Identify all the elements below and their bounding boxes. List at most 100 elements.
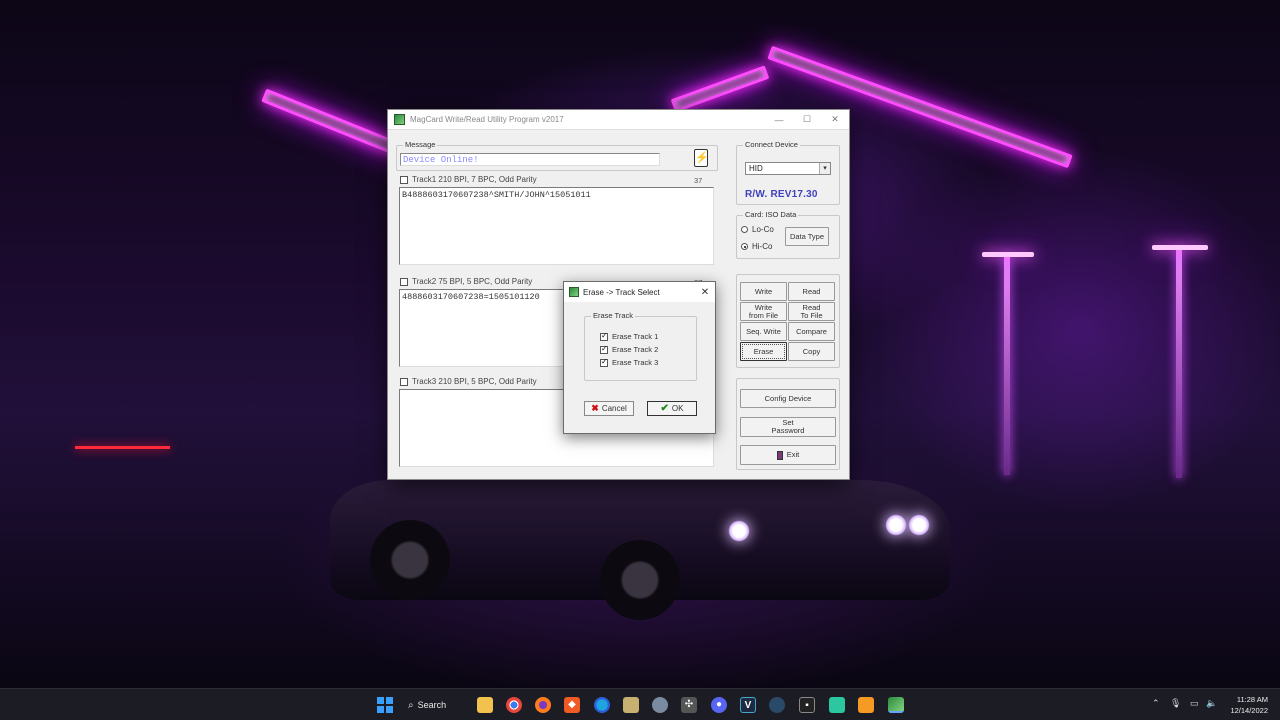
edge-icon[interactable]	[594, 697, 610, 713]
message-field: Device Online!	[400, 153, 660, 166]
windows-start-icon[interactable]	[377, 697, 393, 713]
track2-checkbox[interactable]	[400, 277, 408, 286]
cancel-x-icon: ✖	[591, 403, 599, 413]
lo-co-radio[interactable]	[741, 226, 748, 233]
lo-co-radio-row[interactable]: Lo-Co	[741, 225, 774, 234]
config-device-button[interactable]: Config Device	[740, 389, 836, 408]
device-select-value: HID	[749, 164, 763, 173]
connect-device-label: Connect Device	[743, 140, 800, 149]
clock-time: 11:28 AM	[1236, 695, 1268, 704]
chevron-down-icon[interactable]: ▾	[819, 163, 830, 174]
erase-track2-option[interactable]: Erase Track 2	[600, 344, 658, 354]
search-label: Search	[417, 700, 447, 710]
brave-icon[interactable]: ◆	[564, 697, 580, 713]
window-titlebar[interactable]: MagCard Write/Read Utility Program v2017…	[388, 110, 849, 130]
firmware-version: R/W. REV17.30	[745, 189, 818, 200]
seq-write-button[interactable]: Seq. Write	[740, 322, 787, 341]
seq-write-label: Seq. Write	[746, 326, 781, 336]
compare-button[interactable]: Compare	[788, 322, 835, 341]
track2-header: Track2 75 BPI, 5 BPC, Odd Parity	[400, 277, 532, 286]
volume-icon[interactable]: 🔈	[1206, 698, 1217, 709]
window-title: MagCard Write/Read Utility Program v2017	[410, 115, 564, 124]
dialog-app-icon	[569, 287, 579, 297]
track1-label: Track1 210 BPI, 7 BPC, Odd Parity	[412, 175, 537, 184]
track3-checkbox[interactable]	[400, 377, 408, 386]
taskbar: ⌕ Search ◆ ✣ ● V ▪ ⌃ 🎙 ▭ 🔈 11:28 AM 12/1…	[0, 688, 1280, 720]
maximize-button[interactable]: ☐	[793, 114, 821, 125]
dialog-ok-button[interactable]: ✔ OK	[647, 401, 697, 416]
write-button[interactable]: Write	[740, 282, 787, 301]
chevron-up-icon[interactable]: ⌃	[1152, 698, 1160, 709]
track1-data[interactable]: B4888603170607238^SMITH/JOHN^15051011	[399, 187, 714, 265]
car-headlight-2	[885, 514, 907, 536]
discord-icon[interactable]: ●	[711, 697, 727, 713]
copy-label: Copy	[802, 346, 821, 356]
read-to-file-button[interactable]: Read To File	[788, 302, 835, 321]
compare-label: Compare	[796, 326, 827, 336]
app-icon[interactable]	[623, 697, 639, 713]
ok-label: OK	[671, 404, 684, 413]
dialog-titlebar[interactable]: Erase -> Track Select ✕	[564, 282, 715, 302]
read-to-file-label: Read To File	[800, 302, 823, 320]
cancel-label: Cancel	[601, 404, 627, 413]
ok-check-icon: ✔	[660, 403, 669, 414]
set-password-button[interactable]: Set Password	[740, 417, 836, 437]
file-explorer-icon[interactable]	[477, 697, 493, 713]
erase-track3-checkbox[interactable]	[600, 357, 608, 367]
hi-co-radio-row[interactable]: Hi-Co	[741, 242, 772, 251]
exit-door-icon	[776, 450, 783, 460]
config-device-label: Config Device	[764, 393, 812, 403]
track3-label: Track3 210 BPI, 5 BPC, Odd Parity	[412, 377, 537, 386]
dialog-close-button[interactable]: ✕	[695, 287, 715, 298]
erase-track-label: Erase Track	[591, 311, 636, 320]
car-wheel-front	[600, 540, 680, 620]
copy-button[interactable]: Copy	[788, 342, 835, 361]
hi-co-label: Hi-Co	[752, 242, 773, 251]
minimize-button[interactable]: —	[765, 115, 793, 125]
microphone-icon[interactable]: 🎙	[1170, 698, 1181, 709]
data-type-button[interactable]: Data Type	[785, 227, 829, 246]
steam-icon[interactable]	[769, 697, 785, 713]
magcard-icon[interactable]	[888, 697, 904, 713]
hi-co-radio[interactable]	[741, 243, 748, 250]
car-headlight-3	[908, 514, 930, 536]
read-button[interactable]: Read	[788, 282, 835, 301]
dialog-title: Erase -> Track Select	[583, 287, 660, 297]
lamp-head-1	[982, 252, 1034, 257]
vim-icon[interactable]: V	[740, 697, 756, 713]
browser-icon[interactable]	[652, 697, 668, 713]
track1-count: 37	[694, 176, 703, 185]
track1-header: Track1 210 BPI, 7 BPC, Odd Parity	[400, 175, 537, 184]
erase-track1-checkbox[interactable]	[600, 331, 608, 341]
erase-track2-checkbox[interactable]	[600, 344, 608, 354]
clock-date: 12/14/2022	[1230, 706, 1268, 715]
device-select[interactable]: HID ▾	[745, 162, 831, 175]
erase-button[interactable]: Erase	[740, 342, 787, 361]
taskbar-clock[interactable]: 11:28 AM 12/14/2022	[1230, 694, 1268, 716]
track1-checkbox[interactable]	[400, 175, 408, 184]
exit-label: Exit	[786, 450, 800, 459]
chrome-icon[interactable]	[506, 697, 522, 713]
neon-canopy-top	[670, 65, 770, 113]
set-password-label: Set Password	[771, 418, 805, 435]
app-icon-2[interactable]	[829, 697, 845, 713]
lamp-pole-1	[1004, 255, 1010, 475]
track3-header: Track3 210 BPI, 5 BPC, Odd Parity	[400, 377, 537, 386]
sublime-icon[interactable]	[858, 697, 874, 713]
write-from-file-button[interactable]: Write from File	[740, 302, 787, 321]
message-label: Message	[403, 140, 438, 149]
taskbar-search[interactable]: ⌕ Search	[408, 695, 462, 715]
erase-track-dialog: Erase -> Track Select ✕ Erase Track Eras…	[563, 281, 716, 434]
car-headlight-1	[728, 520, 750, 542]
erase-track3-option[interactable]: Erase Track 3	[600, 357, 658, 367]
firefox-icon[interactable]	[535, 697, 551, 713]
exit-button[interactable]: Exit	[740, 445, 836, 465]
network-icon[interactable]: ▭	[1190, 698, 1199, 709]
dialog-cancel-button[interactable]: ✖ Cancel	[584, 401, 634, 416]
erase-track1-option[interactable]: Erase Track 1	[600, 331, 658, 341]
track2-label: Track2 75 BPI, 5 BPC, Odd Parity	[412, 277, 533, 286]
terminal-icon[interactable]: ▪	[799, 697, 815, 713]
close-button[interactable]: ✕	[821, 114, 849, 125]
battery-charging-icon: ⚡	[694, 149, 709, 167]
tool-icon[interactable]: ✣	[681, 697, 697, 713]
